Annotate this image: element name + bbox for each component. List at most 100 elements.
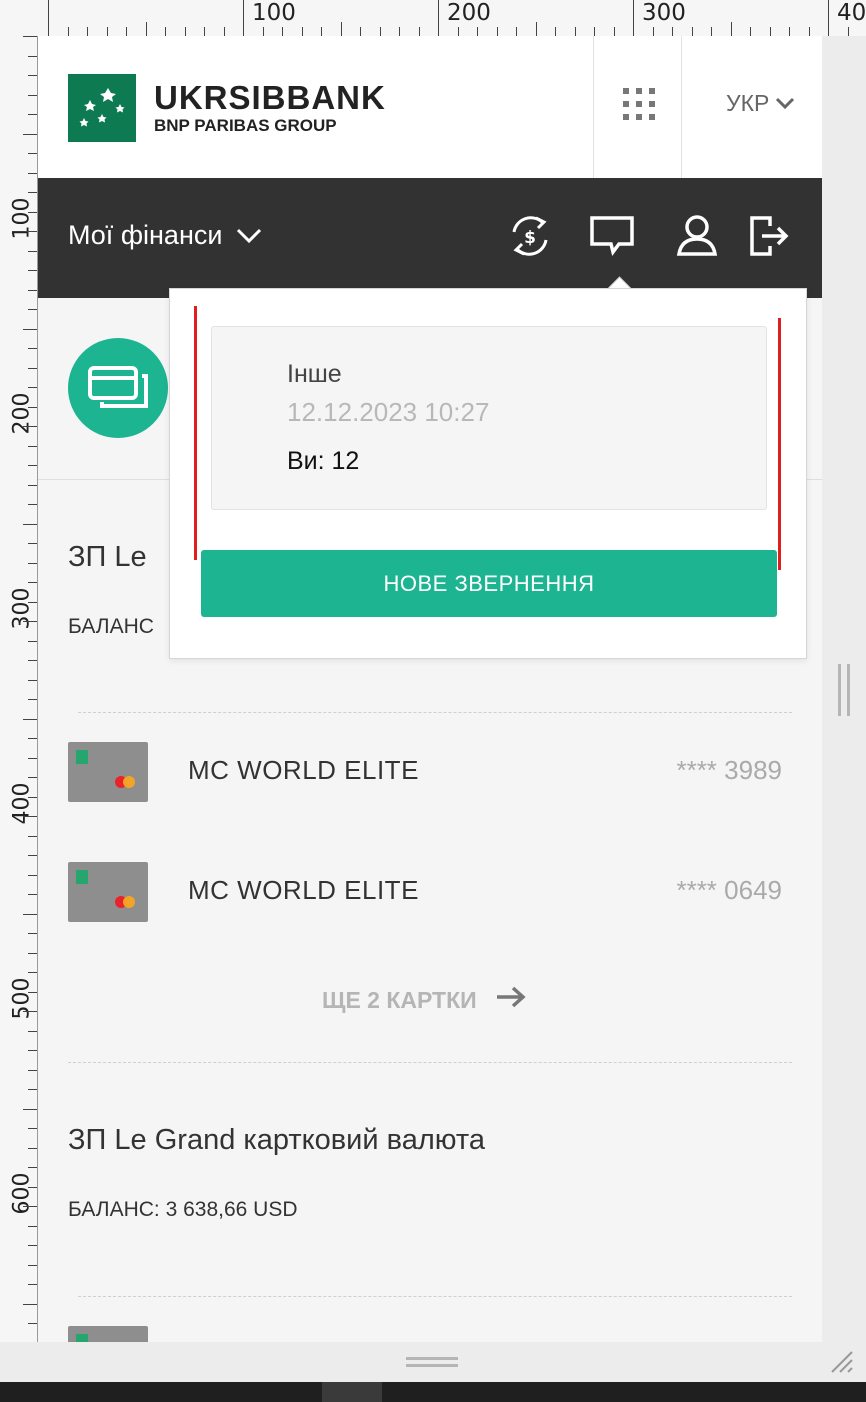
ruler-tick [808,27,810,36]
ruler-tick [23,328,37,330]
header-divider [681,36,682,178]
apps-grid-icon[interactable] [623,88,655,120]
ruler-tick [28,289,37,291]
ruler-tick [652,27,654,36]
ruler-tick [633,0,634,36]
ruler-tick [28,192,37,193]
ruler-tick [28,874,37,876]
ruler-label: 100 [252,0,296,26]
highlight-line-right [778,318,781,570]
ruler-tick [672,27,673,36]
card-number: **** 0649 [676,875,782,905]
ruler-tick [23,1011,37,1012]
ruler-tick [28,835,37,837]
ruler-tick [28,1323,37,1324]
ruler-tick [28,1030,37,1032]
message-preview: Ви: 12 [287,447,360,475]
ruler-tick [28,250,37,252]
ruler-tick [28,348,37,349]
brand-subtitle: BNP PARIBAS GROUP [154,116,337,135]
ruler-tick [691,27,693,36]
ruler-tick [106,27,108,36]
more-cards-link[interactable]: ЩЕ 2 КАРТКИ [322,986,527,1014]
ruler-tick [28,757,37,759]
ruler-tick [23,913,37,915]
ruler-tick [262,27,264,36]
ruler-tick [28,1264,37,1266]
dashed-divider [78,712,792,713]
ruler-tick [87,27,88,36]
card-thumbnail [68,862,148,922]
user-icon[interactable] [675,212,719,260]
ruler-label: 100 [9,197,35,240]
ruler-tick [28,75,37,76]
ruler-tick [28,991,37,993]
ruler-tick [126,27,127,36]
ruler-tick [847,27,849,36]
ruler-tick [28,699,37,700]
ruler-tick [613,27,615,36]
ruler-tick [28,1245,37,1246]
ruler-tick [789,27,790,36]
ruler-tick [28,55,37,57]
ruler-tick [28,406,37,408]
ruler-tick [204,27,205,36]
ruler-tick [730,22,732,36]
vertical-ruler: 100 200 300 400 500 600 [0,36,38,1382]
ruler-label: 400 [9,782,35,825]
card-thumbnail [68,1326,148,1342]
my-finances-menu[interactable]: Мої фінанси [68,220,262,251]
language-selector[interactable]: УКР [726,90,795,117]
taskbar [0,1382,866,1402]
ruler-tick [23,1303,37,1305]
vertical-resize-handle[interactable] [838,664,850,716]
ruler-tick [750,27,751,36]
ruler-tick [28,1069,37,1071]
logout-icon[interactable] [746,212,790,260]
chevron-down-icon [236,220,262,251]
card-thumbnail [68,742,148,802]
bank-logo[interactable] [68,74,136,142]
messages-popup: Інше 12.12.2023 10:27 Ви: 12 НОВЕ ЗВЕРНЕ… [169,288,807,659]
account-title[interactable]: ЗП Le [68,541,147,574]
chevron-down-icon [775,90,795,117]
chat-icon[interactable] [589,212,634,260]
currency-exchange-icon[interactable]: $ [508,212,552,260]
card-name: MC WORLD ELITE [188,875,419,905]
page-viewport: UKRSIBBANK BNP PARIBAS GROUP УКР Мої фін… [38,36,822,1342]
ruler-tick [28,484,37,486]
ruler-tick [360,27,361,36]
ruler-tick [28,543,37,544]
ruler-tick [23,621,37,622]
dashed-divider [78,1296,792,1297]
ruler-tick [516,27,517,36]
account-title[interactable]: ЗП Le Grand картковий валюта [68,1124,485,1157]
ruler-tick [379,27,381,36]
ruler-tick [418,27,420,36]
svg-text:$: $ [524,228,536,248]
ruler-tick [477,27,478,36]
ruler-tick [28,972,37,973]
ruler-tick [535,22,537,36]
highlight-line-left [194,306,197,560]
new-request-button[interactable]: НОВЕ ЗВЕРНЕННЯ [201,550,777,617]
ruler-tick [769,27,771,36]
message-item[interactable]: Інше 12.12.2023 10:27 Ви: 12 [211,326,767,510]
brand-name: UKRSIBBANK [154,79,386,116]
ruler-tick [574,27,576,36]
card-name: MC WORLD ELITE [188,755,419,785]
ruler-tick [28,582,37,583]
message-topic: Інше [287,360,342,388]
arrow-right-icon [495,986,527,1014]
resize-grip-icon[interactable] [828,1348,854,1374]
ruler-tick [28,1186,37,1188]
ruler-tick [28,504,37,505]
cards-icon [68,338,168,438]
ruler-tick [457,27,459,36]
ruler-label: 300 [9,587,35,630]
horizontal-resize-handle[interactable] [406,1357,458,1367]
ruler-label: 600 [9,1172,35,1215]
ruler-tick [438,0,439,36]
horizontal-ruler: 100 200 300 40 [0,0,866,37]
ruler-tick [555,27,556,36]
